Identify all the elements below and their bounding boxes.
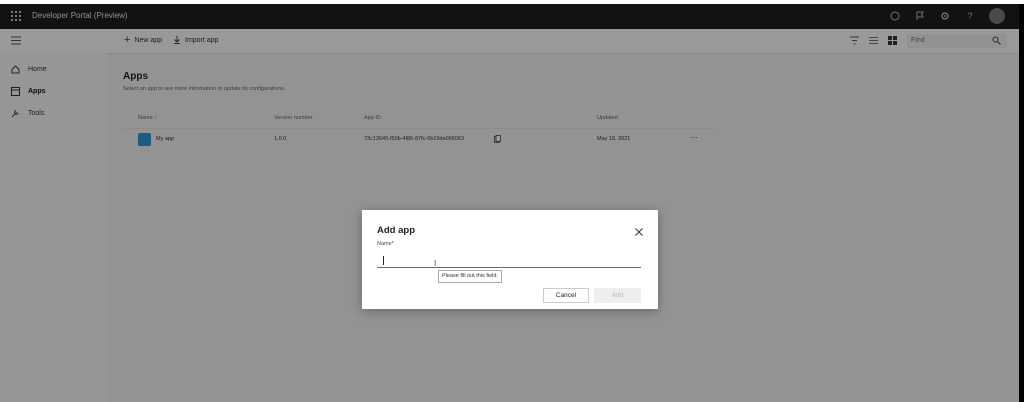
add-app-dialog: Add app Name* Cancel Add [362, 210, 658, 309]
add-button[interactable]: Add [594, 288, 641, 303]
name-field[interactable] [377, 253, 641, 268]
dialog-title: Add app [377, 225, 415, 236]
text-caret [383, 256, 384, 265]
app-window: Developer Portal (Preview) ? + New app I… [0, 4, 1019, 402]
mouse-ibeam-cursor: I [434, 259, 437, 268]
name-field-label: Name* [377, 241, 394, 247]
validation-tooltip: Please fill out this field. [438, 270, 502, 283]
modal-overlay [0, 4, 1019, 402]
cancel-button[interactable]: Cancel [543, 288, 589, 303]
close-icon[interactable] [634, 227, 644, 237]
